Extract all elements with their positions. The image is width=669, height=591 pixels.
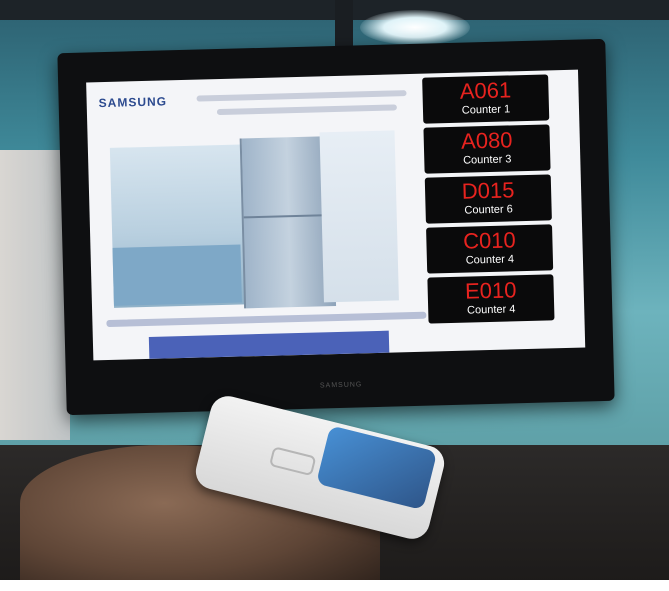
tv-screen: SAMSUNG A061 Counter 1 A080 Counter 3 D0… [86, 69, 586, 361]
brand-logo: SAMSUNG [98, 94, 168, 111]
ticket-counter: Counter 4 [465, 253, 515, 267]
ticket-number: D015 [461, 177, 515, 204]
queue-ticket: E010 Counter 4 [427, 274, 555, 324]
kitchen-counter [112, 244, 242, 306]
promo-headline-line [196, 90, 407, 102]
queue-ticket: C010 Counter 4 [426, 224, 554, 274]
promo-subline-line [216, 104, 397, 116]
bottom-edge-bar [0, 580, 669, 591]
ticket-counter: Counter 3 [462, 153, 512, 167]
promo-kitchen-photo [109, 136, 337, 309]
refrigerator-door-line [243, 214, 334, 219]
ticket-counter: Counter 4 [466, 303, 516, 317]
queue-ticket: A061 Counter 1 [422, 74, 550, 124]
queue-ticket: A080 Counter 3 [423, 124, 551, 174]
promo-caption-line [106, 311, 427, 328]
promo-banner-strip [148, 330, 390, 359]
ticket-number: E010 [464, 277, 517, 304]
queue-ticket: D015 Counter 6 [424, 174, 552, 224]
ticket-counter: Counter 6 [464, 203, 513, 217]
left-wall-panel [0, 150, 70, 440]
queue-panel: A061 Counter 1 A080 Counter 3 D015 Count… [422, 74, 561, 347]
phone-home-button [268, 446, 317, 477]
tv-bezel-brand: SAMSUNG [319, 381, 363, 390]
ticket-number: C010 [462, 227, 517, 254]
ceiling-light [360, 10, 470, 45]
promo-side-panel [319, 130, 399, 303]
ticket-number: A061 [459, 77, 512, 104]
ticket-counter: Counter 1 [461, 103, 511, 117]
queue-display-tv: SAMSUNG A061 Counter 1 A080 Counter 3 D0… [57, 38, 615, 416]
ticket-number: A080 [460, 127, 513, 154]
